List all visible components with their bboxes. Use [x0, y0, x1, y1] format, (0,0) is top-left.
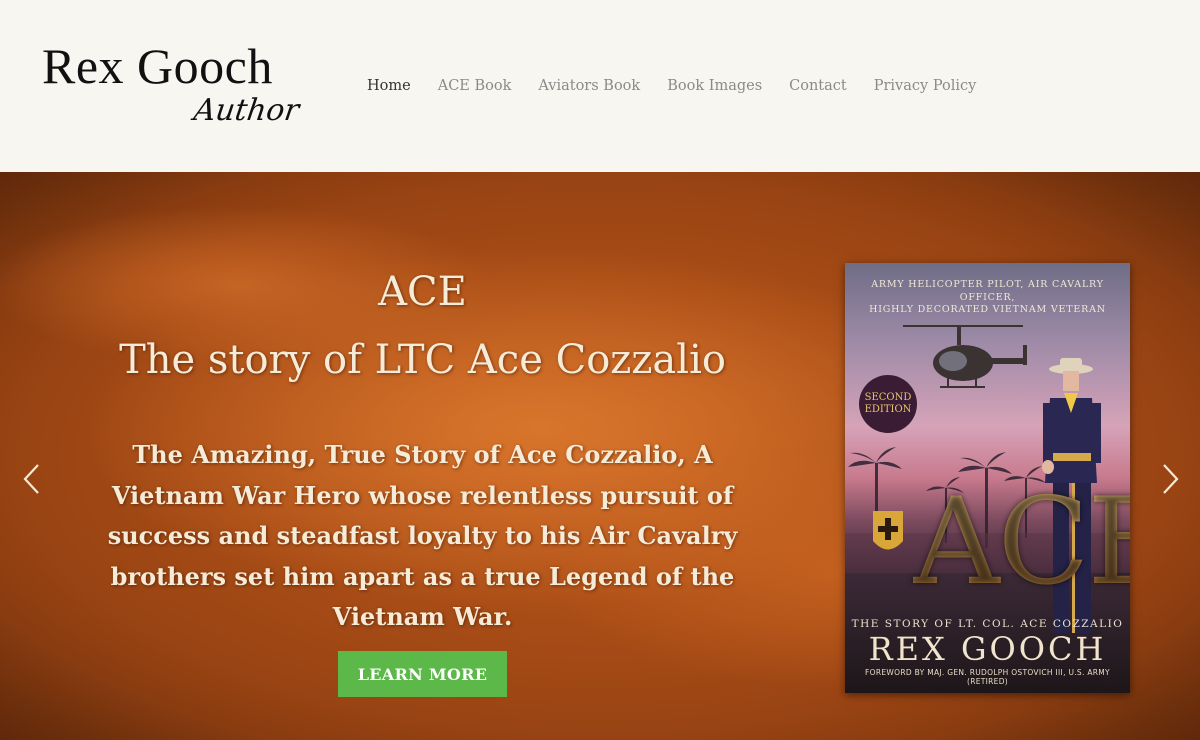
- regimental-crest-icon: [873, 511, 903, 550]
- main-nav: Home ACE Book Aviators Book Book Images …: [367, 76, 1003, 96]
- book-tagline-line1: ARMY HELICOPTER PILOT, AIR CAVALRY OFFIC…: [871, 279, 1104, 303]
- nav-item-book-images[interactable]: Book Images: [667, 76, 762, 96]
- book-tagline: ARMY HELICOPTER PILOT, AIR CAVALRY OFFIC…: [845, 279, 1130, 317]
- logo-name: Rex Gooch: [42, 38, 273, 94]
- badge-line1: SECOND: [864, 392, 912, 403]
- book-tagline-line2: HIGHLY DECORATED VIETNAM VETERAN: [869, 304, 1106, 315]
- badge-line2: EDITION: [864, 404, 912, 415]
- hero-slider: ACE The story of LTC Ace Cozzalio The Am…: [0, 172, 1200, 740]
- learn-more-button[interactable]: LEARN MORE: [338, 651, 507, 697]
- book-cover[interactable]: ARMY HELICOPTER PILOT, AIR CAVALRY OFFIC…: [845, 263, 1130, 693]
- hero-title: ACE: [378, 269, 467, 315]
- book-foreword: FOREWORD BY MAJ. GEN. RUDOLPH OSTOVICH I…: [865, 668, 1110, 686]
- nav-item-privacy-policy[interactable]: Privacy Policy: [874, 76, 977, 96]
- nav-item-contact[interactable]: Contact: [789, 76, 847, 96]
- nav-item-aviators-book[interactable]: Aviators Book: [538, 76, 640, 96]
- chevron-left-icon[interactable]: [20, 462, 44, 496]
- book-author: REX GOOCH: [868, 630, 1107, 668]
- chevron-right-icon[interactable]: [1158, 462, 1182, 496]
- logo-subtitle: Author: [191, 93, 302, 128]
- hero-subtitle: The story of LTC Ace Cozzalio: [119, 337, 726, 383]
- nav-item-ace-book[interactable]: ACE Book: [438, 76, 512, 96]
- hero-description: The Amazing, True Story of Ace Cozzalio,…: [107, 440, 738, 631]
- nav-item-home[interactable]: Home: [367, 76, 411, 96]
- book-title: ACE: [913, 483, 1130, 603]
- site-logo[interactable]: Rex Gooch Author: [42, 38, 312, 133]
- site-header: Rex Gooch Author Home ACE Book Aviators …: [0, 0, 1200, 172]
- second-edition-badge: SECOND EDITION: [859, 375, 917, 433]
